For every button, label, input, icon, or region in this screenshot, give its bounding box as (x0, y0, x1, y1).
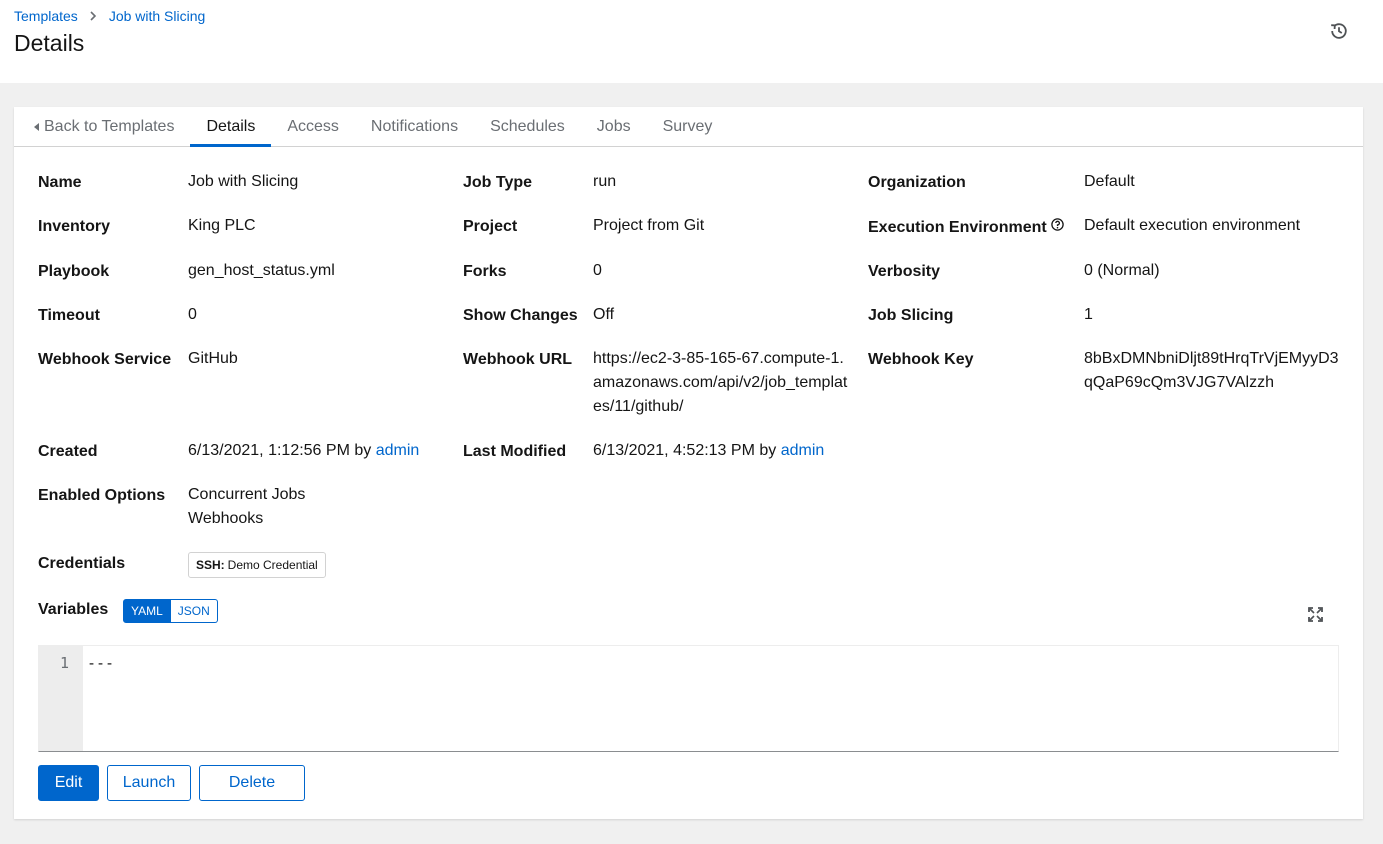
name-label: Name (38, 174, 82, 191)
show-changes-value: Off (593, 306, 615, 323)
breadcrumb-templates-link[interactable]: Templates (14, 8, 78, 24)
tab-access[interactable]: Access (271, 107, 355, 146)
forks-label: Forks (463, 263, 507, 280)
tab-label: Back to Templates (44, 117, 175, 135)
breadcrumb-current-link[interactable]: Job with Slicing (109, 8, 206, 24)
timeout-value: 0 (188, 306, 197, 323)
created-date: 6/13/2021, 1:12:56 PM by (188, 442, 372, 459)
help-icon[interactable] (1050, 218, 1064, 231)
page-header: Templates Job with Slicing Details (0, 0, 1383, 83)
tab-notifications[interactable]: Notifications (355, 107, 474, 146)
last-modified-label: Last Modified (463, 443, 567, 460)
editor-content[interactable]: --- (83, 646, 1338, 751)
tab-details[interactable]: Details (190, 107, 272, 147)
job-type-value: run (593, 173, 617, 190)
launch-button[interactable]: Launch (107, 765, 191, 801)
caret-left-icon (34, 122, 39, 131)
created-label: Created (38, 443, 98, 460)
variables-editor[interactable]: 1 --- (38, 645, 1339, 752)
credential-chip[interactable]: SSH: Demo Credential (188, 552, 326, 578)
organization-link[interactable]: Default (1084, 170, 1135, 194)
project-label: Project (463, 218, 518, 235)
page-title: Details (14, 30, 85, 56)
playbook-value: gen_host_status.yml (188, 262, 335, 279)
project-link[interactable]: Project from Git (593, 214, 704, 238)
show-changes-label: Show Changes (463, 307, 578, 324)
credential-name: Demo Credential (227, 558, 318, 572)
name-value: Job with Slicing (188, 173, 299, 190)
enabled-option-item: Concurrent Jobs (188, 486, 306, 503)
credential-kind: SSH: (196, 558, 225, 572)
enabled-option-item: Webhooks (188, 510, 264, 527)
expand-icon[interactable] (1306, 605, 1324, 623)
credentials-label: Credentials (38, 555, 126, 572)
webhook-service-value: GitHub (188, 350, 238, 367)
details-card: Back to Templates Details Access Notific… (14, 107, 1363, 819)
forks-value: 0 (593, 262, 602, 279)
inventory-link[interactable]: King PLC (188, 214, 256, 238)
webhook-key-value: 8bBxDMNbniDljt89tHrqTrVjEMyyD3qQaP69cQm3… (1084, 350, 1339, 391)
last-modified-value: 6/13/2021, 4:52:13 PM by admin (593, 439, 824, 463)
inventory-label: Inventory (38, 218, 111, 235)
tab-schedules[interactable]: Schedules (474, 107, 581, 146)
last-modified-date: 6/13/2021, 4:52:13 PM by (593, 442, 777, 459)
webhook-service-label: Webhook Service (38, 351, 172, 368)
yaml-toggle-button[interactable]: YAML (123, 599, 171, 623)
organization-label: Organization (868, 174, 966, 191)
timeout-label: Timeout (38, 307, 100, 324)
json-toggle-button[interactable]: JSON (170, 599, 218, 623)
playbook-label: Playbook (38, 263, 110, 280)
tab-jobs[interactable]: Jobs (581, 107, 647, 146)
execution-environment-label-text: Execution Environment (868, 219, 1047, 236)
tab-back-to-templates[interactable]: Back to Templates (26, 107, 190, 146)
edit-button[interactable]: Edit (38, 765, 99, 801)
job-type-label: Job Type (463, 174, 533, 191)
verbosity-value: 0 (Normal) (1084, 262, 1160, 279)
webhook-url-value: https://ec2-3-85-165-67.compute-1.amazon… (593, 350, 848, 415)
breadcrumb: Templates Job with Slicing (14, 8, 205, 24)
execution-environment-link[interactable]: Default execution environment (1084, 214, 1300, 238)
variables-mode-toggle: YAML JSON (123, 599, 218, 623)
tab-survey[interactable]: Survey (647, 107, 729, 146)
tab-bar: Back to Templates Details Access Notific… (14, 107, 1363, 147)
webhook-url-label: Webhook URL (463, 351, 573, 368)
history-button[interactable] (1328, 20, 1350, 42)
editor-gutter: 1 (39, 646, 83, 751)
created-value: 6/13/2021, 1:12:56 PM by admin (188, 439, 419, 463)
history-icon (1331, 23, 1347, 39)
modified-by-link[interactable]: admin (781, 442, 825, 459)
chevron-right-icon (90, 11, 97, 21)
enabled-options-label: Enabled Options (38, 487, 166, 504)
verbosity-label: Verbosity (868, 263, 941, 280)
job-slicing-value: 1 (1084, 306, 1093, 323)
execution-environment-label: Execution Environment (868, 218, 1064, 237)
delete-button[interactable]: Delete (199, 765, 305, 801)
webhook-key-label: Webhook Key (868, 351, 974, 368)
created-by-link[interactable]: admin (376, 442, 420, 459)
variables-label: Variables (38, 601, 109, 618)
job-slicing-label: Job Slicing (868, 307, 954, 324)
enabled-options-list: Concurrent Jobs Webhooks (188, 483, 305, 531)
